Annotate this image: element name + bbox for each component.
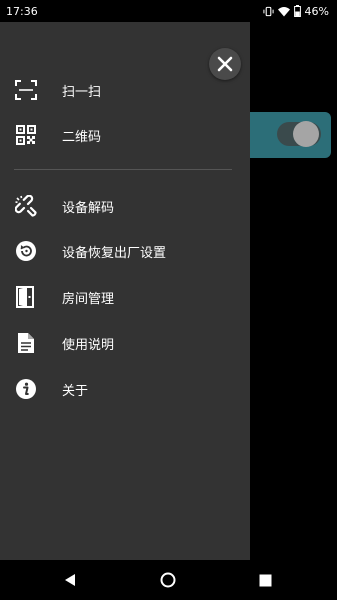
menu-item-scan[interactable]: 扫一扫 xyxy=(0,70,250,110)
door-icon xyxy=(14,285,38,309)
menu-item-label: 设备恢复出厂设置 xyxy=(62,245,167,261)
restore-icon xyxy=(14,239,38,263)
vibrate-icon xyxy=(262,6,274,16)
unlink-icon xyxy=(14,194,38,218)
recents-button[interactable] xyxy=(255,570,275,590)
drawer-divider xyxy=(14,169,232,170)
status-icons: 46% xyxy=(262,4,329,18)
menu-item-label: 扫一扫 xyxy=(62,84,102,100)
menu-item-label: 二维码 xyxy=(62,129,102,145)
menu-item-label: 设备解码 xyxy=(62,200,115,216)
scan-icon xyxy=(14,78,38,102)
home-circle-icon xyxy=(160,572,176,588)
system-nav-bar xyxy=(0,560,337,600)
status-bar: 17:36 46% xyxy=(0,0,337,22)
recents-square-icon xyxy=(259,574,271,586)
menu-item-about[interactable]: 关于 xyxy=(0,369,250,409)
info-icon xyxy=(14,377,38,401)
navigation-drawer: 扫一扫 二维码 设备解码 设备恢复出厂设置 房间管理 使用说明 关于 xyxy=(0,22,250,560)
menu-item-qr-code[interactable]: 二维码 xyxy=(0,115,250,155)
menu-item-room-management[interactable]: 房间管理 xyxy=(0,277,250,317)
menu-item-device-unbind[interactable]: 设备解码 xyxy=(0,186,250,226)
back-triangle-icon xyxy=(65,574,75,586)
battery-icon xyxy=(293,5,301,17)
home-button[interactable] xyxy=(158,570,178,590)
menu-item-label: 使用说明 xyxy=(62,337,115,353)
menu-item-factory-reset[interactable]: 设备恢复出厂设置 xyxy=(0,231,250,271)
background-toggle-knob xyxy=(293,121,319,147)
status-time: 17:36 xyxy=(6,4,38,18)
wifi-icon xyxy=(277,6,290,16)
back-button[interactable] xyxy=(60,570,80,590)
document-icon xyxy=(14,331,38,355)
qr-code-icon xyxy=(14,123,38,147)
menu-item-instructions[interactable]: 使用说明 xyxy=(0,323,250,363)
menu-item-label: 关于 xyxy=(62,383,89,399)
menu-item-label: 房间管理 xyxy=(62,291,115,307)
battery-percent: 46% xyxy=(304,4,329,18)
